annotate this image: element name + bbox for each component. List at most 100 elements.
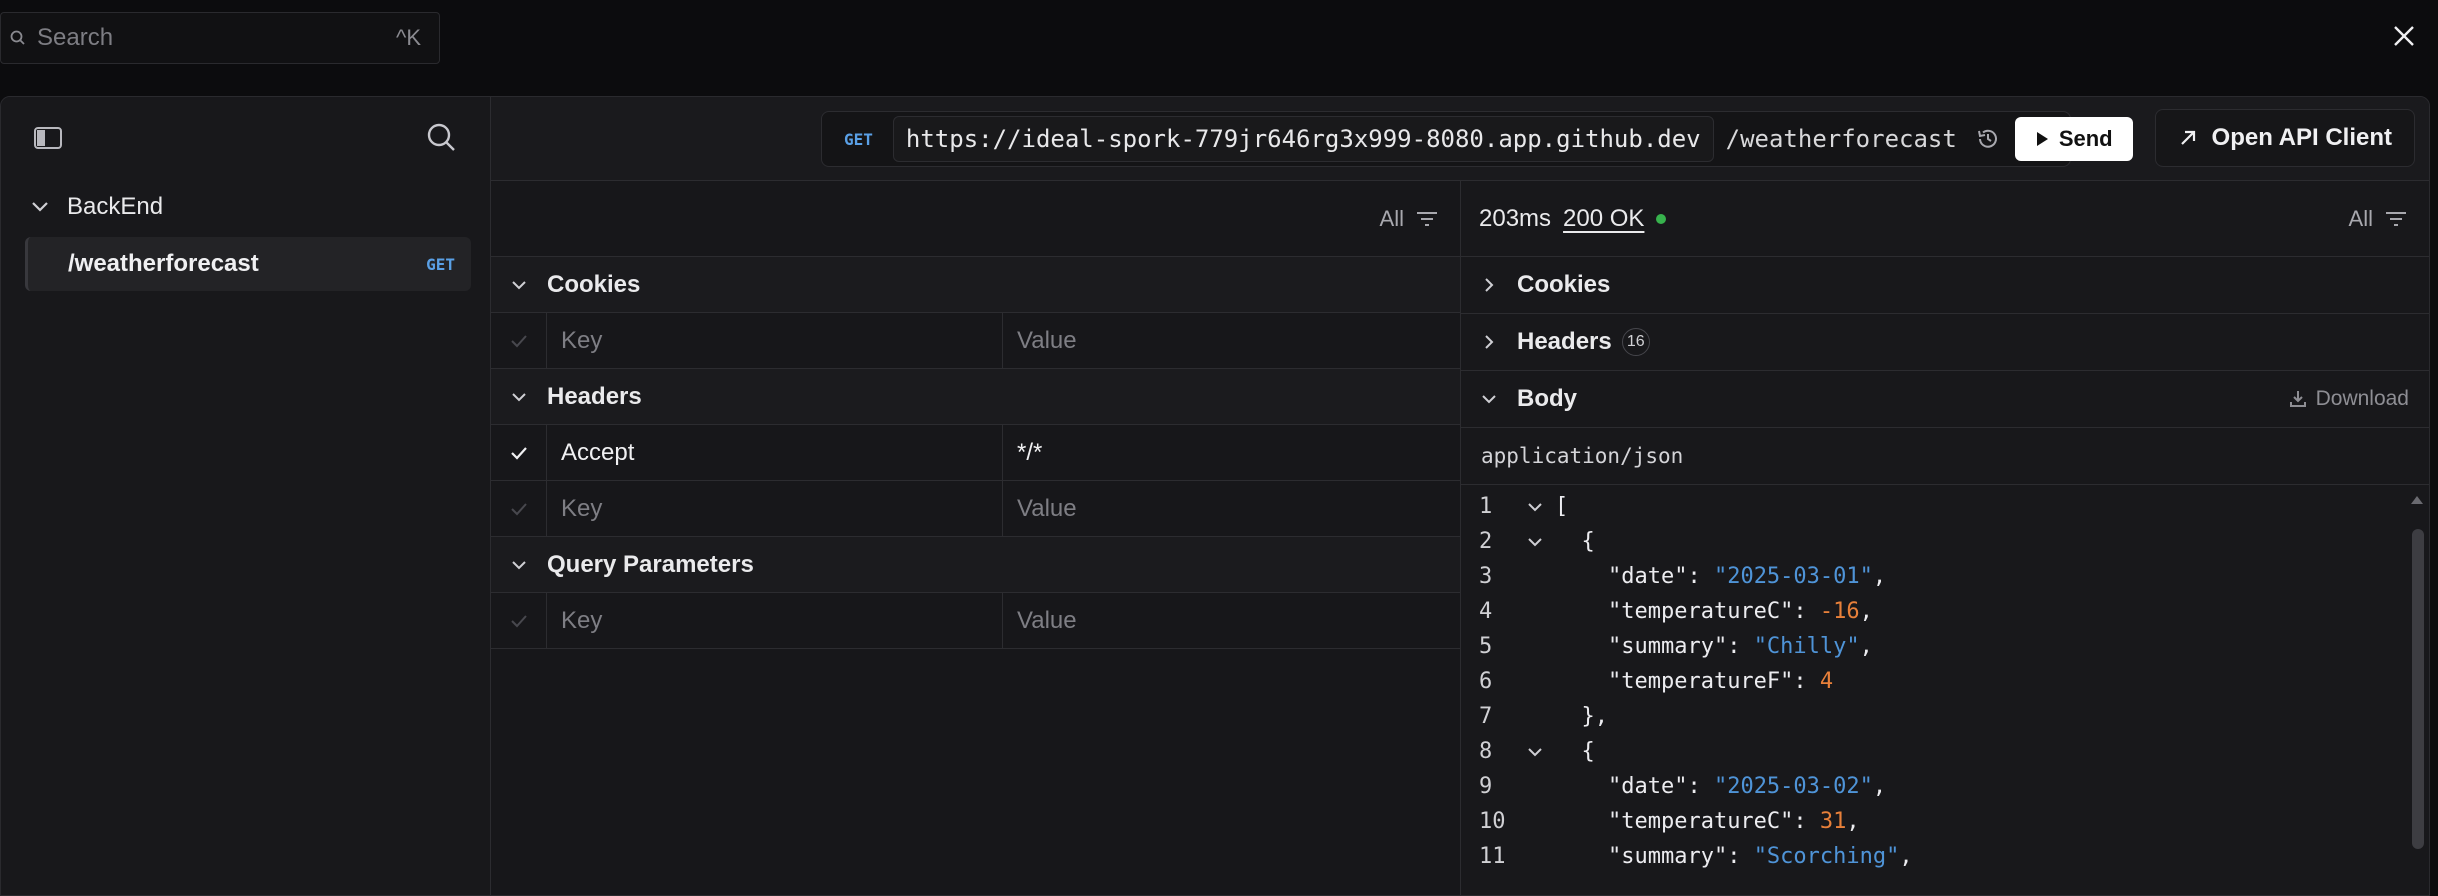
- chevron-right-icon: [1485, 335, 1494, 349]
- value-input[interactable]: Value: [1003, 313, 1460, 368]
- check-icon: [510, 614, 527, 627]
- json-token: },: [1581, 704, 1609, 729]
- row-enable-checkbox[interactable]: [491, 425, 547, 480]
- chevron-down-icon: [1482, 395, 1496, 404]
- json-token: "temperatureC":: [1607, 599, 1820, 624]
- code-line: 1[: [1461, 489, 2429, 524]
- key-input[interactable]: Key: [547, 481, 1003, 536]
- request-filter-button[interactable]: All: [1380, 206, 1438, 232]
- method-selector[interactable]: GET: [844, 130, 873, 149]
- response-panel: 203ms 200 OK All Cookies Headers 16 Body…: [1461, 181, 2429, 895]
- scroll-up-icon: [2411, 496, 2423, 504]
- code-text: "summary": "Scorching",: [1555, 844, 1913, 869]
- query-row: Key Value: [491, 593, 1460, 649]
- fold-toggle[interactable]: [1515, 537, 1555, 547]
- fold-toggle[interactable]: [1515, 502, 1555, 512]
- code-text: "temperatureC": -16,: [1555, 599, 1873, 624]
- chevron-down-icon: [512, 560, 526, 569]
- fold-toggle[interactable]: [1515, 747, 1555, 757]
- scrollbar[interactable]: [2409, 493, 2425, 893]
- code-line: 11 "summary": "Scorching",: [1461, 839, 2429, 874]
- line-number: 3: [1479, 564, 1493, 589]
- row-enable-checkbox[interactable]: [491, 313, 547, 368]
- row-enable-checkbox[interactable]: [491, 481, 547, 536]
- response-body-code[interactable]: 1[2 {3 "date": "2025-03-01", 4 "temperatu…: [1461, 485, 2429, 874]
- download-icon: [2289, 391, 2306, 407]
- search-icon: [10, 30, 25, 45]
- response-body-header[interactable]: Body Download: [1461, 371, 2429, 428]
- header-row: Accept */*: [491, 425, 1460, 481]
- request-filter-bar: All: [491, 181, 1460, 257]
- key-input[interactable]: Key: [547, 313, 1003, 368]
- code-text: "date": "2025-03-02",: [1555, 774, 1886, 799]
- filter-label: All: [2348, 205, 2373, 231]
- request-url-bar: GET https://ideal-spork-779jr646rg3x999-…: [821, 111, 2133, 167]
- line-number: 11: [1479, 844, 1506, 869]
- query-section-header[interactable]: Query Parameters: [491, 537, 1460, 593]
- json-token: {: [1581, 739, 1595, 764]
- search-shortcut: ^K: [396, 25, 421, 50]
- code-line: 4 "temperatureC": -16,: [1461, 594, 2429, 629]
- line-number: 8: [1479, 739, 1493, 764]
- history-icon: [1977, 129, 1997, 148]
- json-number: -16: [1819, 599, 1860, 624]
- json-token: [: [1555, 494, 1569, 519]
- address-bar: GET https://ideal-spork-779jr646rg3x999-…: [491, 97, 2429, 181]
- open-api-client-button[interactable]: Open API Client: [2154, 109, 2415, 167]
- value-input[interactable]: Value: [1003, 481, 1460, 536]
- response-headers-header[interactable]: Headers 16: [1461, 314, 2429, 371]
- code-text: {: [1555, 739, 1595, 764]
- line-number: 10: [1479, 809, 1506, 834]
- chevron-down-icon: [1528, 537, 1542, 546]
- key-input[interactable]: Key: [547, 593, 1003, 648]
- sidebar-search-button[interactable]: [425, 121, 457, 158]
- code-line: 5 "summary": "Chilly",: [1461, 629, 2429, 664]
- chevron-down-icon: [1528, 502, 1542, 511]
- cookies-section-header[interactable]: Cookies: [491, 257, 1460, 313]
- header-row-empty: Key Value: [491, 481, 1460, 537]
- header-value-input[interactable]: */*: [1003, 425, 1460, 480]
- value-input[interactable]: Value: [1003, 593, 1460, 648]
- json-token: ,: [1859, 634, 1873, 659]
- close-button[interactable]: [2384, 16, 2424, 56]
- line-number: 5: [1479, 634, 1493, 659]
- header-key-input[interactable]: Accept: [547, 425, 1003, 480]
- path-input[interactable]: /weatherforecast: [1726, 125, 1957, 153]
- send-button[interactable]: Send: [2014, 117, 2133, 161]
- json-number: 31: [1819, 809, 1847, 834]
- response-filter-button[interactable]: All: [2349, 206, 2407, 232]
- download-label: Download: [2315, 387, 2409, 410]
- code-line: 6 "temperatureF": 4: [1461, 664, 2429, 699]
- sidebar-item-weatherforecast[interactable]: /weatherforecast GET: [25, 237, 471, 291]
- code-text: "date": "2025-03-01",: [1555, 564, 1886, 589]
- sidebar: BackEnd /weatherforecast GET: [1, 97, 491, 895]
- row-enable-checkbox[interactable]: [491, 593, 547, 648]
- history-button[interactable]: [1975, 126, 2001, 152]
- chevron-down-icon: [32, 202, 48, 212]
- json-token: ,: [1872, 564, 1887, 589]
- collection-backend[interactable]: BackEnd: [31, 193, 163, 221]
- response-body-title: Body: [1517, 385, 1577, 412]
- code-line: 7 },: [1461, 699, 2429, 734]
- status-code[interactable]: 200 OK: [1563, 205, 1644, 233]
- headers-title: Headers: [547, 382, 642, 410]
- download-button[interactable]: Download: [2288, 387, 2409, 411]
- request-panel: All Cookies Key Value Headers Accept */*…: [491, 181, 1461, 895]
- response-cookies-title: Cookies: [1517, 271, 1611, 298]
- scrollbar-thumb[interactable]: [2412, 529, 2424, 849]
- line-number: 6: [1479, 669, 1493, 694]
- json-string: "2025-03-02": [1713, 774, 1873, 799]
- global-search-input[interactable]: Search ^K: [0, 12, 440, 64]
- status-ok-dot: [1656, 213, 1667, 224]
- open-api-label: Open API Client: [2211, 124, 2392, 151]
- response-cookies-header[interactable]: Cookies: [1461, 257, 2429, 314]
- headers-section-header[interactable]: Headers: [491, 369, 1460, 425]
- chevron-right-icon: [1485, 278, 1494, 292]
- server-url-field[interactable]: https://ideal-spork-779jr646rg3x999-8080…: [892, 116, 1714, 162]
- json-token: ,: [1859, 599, 1873, 624]
- sidebar-toggle-button[interactable]: [33, 125, 63, 156]
- code-text: {: [1555, 529, 1595, 554]
- json-token: "summary":: [1607, 634, 1754, 659]
- response-status-bar: 203ms 200 OK All: [1461, 181, 2429, 257]
- cookies-title: Cookies: [547, 270, 641, 298]
